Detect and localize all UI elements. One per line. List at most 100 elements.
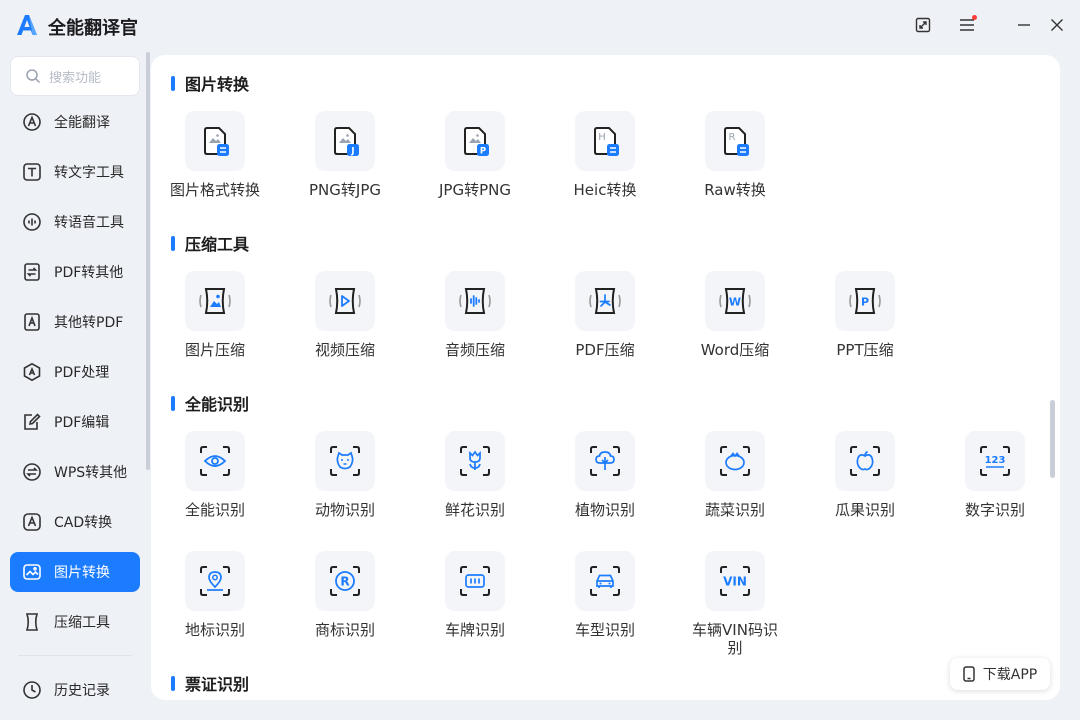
section-title-label: 压缩工具 [185,235,250,254]
audio-compress-icon [445,271,505,331]
ppt-compress-icon: P [835,271,895,331]
sidebar-item-pdf-process[interactable]: PDF处理 [10,352,140,392]
sidebar-item-pdf-edit[interactable]: PDF编辑 [10,402,140,442]
tool-general-recognition[interactable]: 全能识别 [155,431,275,519]
tool-label: 视频压缩 [314,341,375,359]
section-accent-bar [171,235,175,251]
tool-label: 车牌识别 [444,621,505,639]
fruit-scan-icon [835,431,895,491]
image-format-icon [185,111,245,171]
trademark-scan-icon: R [315,551,375,611]
sidebar-item-wps-convert[interactable]: WPS转其他 [10,452,140,492]
sidebar-item-label: 图片转换 [54,565,110,581]
to-pdf-icon [22,312,42,332]
tool-trademark-recognition[interactable]: R 商标识别 [285,551,405,639]
sidebar-item-compress[interactable]: 压缩工具 [10,602,140,642]
png-to-jpg-icon: J [315,111,375,171]
tool-raw[interactable]: R Raw转换 [675,111,795,199]
tool-image-compress[interactable]: 图片压缩 [155,271,275,359]
tool-plate-recognition[interactable]: 车牌识别 [415,551,535,639]
tool-heic[interactable]: H Heic转换 [545,111,665,199]
flower-scan-icon [445,431,505,491]
sidebar-item-label: 转语音工具 [54,215,124,231]
sidebar-item-image-convert[interactable]: 图片转换 [10,552,140,592]
tool-number-recognition[interactable]: 123 数字识别 [935,431,1055,519]
menu-icon [960,19,974,31]
tool-fruit-recognition[interactable]: 瓜果识别 [805,431,925,519]
tool-label: Word压缩 [700,341,770,359]
tool-label: 商标识别 [314,621,375,639]
tool-video-compress[interactable]: 视频压缩 [285,271,405,359]
tool-vin-recognition[interactable]: VIN 车辆VIN码识别 [675,551,795,657]
sidebar-item-label: 转文字工具 [54,165,124,181]
tool-pdf-compress[interactable]: PDF压缩 [545,271,665,359]
animal-scan-icon [315,431,375,491]
history-label: 历史记录 [54,683,110,699]
tool-ppt-compress[interactable]: P PPT压缩 [805,271,925,359]
tool-vegetable-recognition[interactable]: 蔬菜识别 [675,431,795,519]
tool-landmark-recognition[interactable]: 地标识别 [155,551,275,639]
search-input[interactable]: 搜索功能 [10,56,140,96]
tool-label: Raw转换 [704,181,766,199]
sidebar-item-translate[interactable]: 全能翻译 [10,102,140,142]
tool-label: 鲜花识别 [444,501,505,519]
search-placeholder: 搜索功能 [49,70,102,86]
section-title-document-recognition: 票证识别 [171,671,249,695]
tool-label: JPG转PNG [439,181,511,199]
tool-flower-recognition[interactable]: 鲜花识别 [415,431,535,519]
sidebar-item-pdf-convert[interactable]: PDF转其他 [10,252,140,292]
sidebar-divider [18,655,132,656]
landmark-scan-icon [185,551,245,611]
sidebar-item-label: CAD转换 [54,515,113,531]
vin-glyph: VIN [723,575,747,589]
sidebar-item-label: 全能翻译 [54,115,110,131]
plate-scan-icon [445,551,505,611]
sidebar-nav: 全能翻译 转文字工具 转语音工具 PDF转其他 其他转PDF PDF处理 PDF… [10,102,140,652]
section-title-image-convert: 图片转换 [171,71,249,95]
image-compress-icon [185,271,245,331]
tool-png-to-jpg[interactable]: J PNG转JPG [285,111,405,199]
svg-text:R: R [729,132,736,143]
tool-plant-recognition[interactable]: 植物识别 [545,431,665,519]
tool-word-compress[interactable]: W Word压缩 [675,271,795,359]
section-accent-bar [171,75,175,91]
wps-convert-icon [22,462,42,482]
jpg-to-png-icon: P [445,111,505,171]
translate-icon [22,112,42,132]
svg-text:P: P [480,147,486,157]
sidebar-item-label: WPS转其他 [54,465,128,481]
title-bar: 全能翻译官 [0,0,1080,52]
tool-label: 图片压缩 [184,341,245,359]
download-app-button[interactable]: 下载APP [950,658,1050,690]
tool-jpg-to-png[interactable]: P JPG转PNG [415,111,535,199]
sidebar-item-to-pdf[interactable]: 其他转PDF [10,302,140,342]
close-button[interactable] [1046,14,1068,36]
tool-label: 数字识别 [964,501,1025,519]
shrink-icon [915,17,931,33]
text-tool-icon [22,162,42,182]
section-title-recognition: 全能识别 [171,391,249,415]
tool-audio-compress[interactable]: 音频压缩 [415,271,535,359]
mini-mode-button[interactable] [912,14,934,36]
sidebar-scrollbar[interactable] [146,52,150,470]
tool-animal-recognition[interactable]: 动物识别 [285,431,405,519]
section-accent-bar [171,675,175,691]
video-compress-icon [315,271,375,331]
main-scrollbar[interactable] [1050,400,1055,478]
sidebar-item-text-tool[interactable]: 转文字工具 [10,152,140,192]
section-accent-bar [171,395,175,411]
minimize-button[interactable] [1013,14,1035,36]
menu-button[interactable] [956,14,978,36]
history-button[interactable]: 历史记录 [10,670,140,710]
section-title-label: 图片转换 [185,75,250,94]
pdf-compress-icon [575,271,635,331]
voice-tool-icon [22,212,42,232]
sidebar-item-voice-tool[interactable]: 转语音工具 [10,202,140,242]
tool-image-format[interactable]: 图片格式转换 [155,111,275,199]
sidebar-item-cad[interactable]: CAD转换 [10,502,140,542]
tool-label: 植物识别 [574,501,635,519]
download-app-label: 下载APP [982,667,1038,683]
clock-icon [23,681,41,699]
heic-icon: H [575,111,635,171]
tool-car-recognition[interactable]: 车型识别 [545,551,665,639]
